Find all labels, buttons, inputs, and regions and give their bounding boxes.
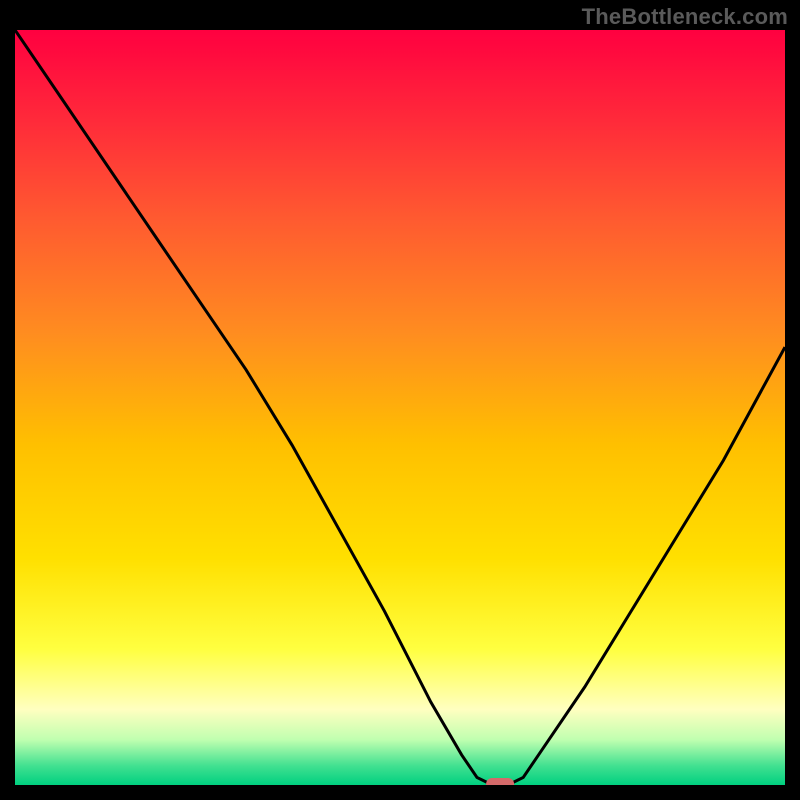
plot-area [15,30,785,785]
watermark-label: TheBottleneck.com [582,4,788,30]
bottleneck-chart [15,30,785,785]
gradient-background [15,30,785,785]
chart-container: TheBottleneck.com [0,0,800,800]
optimal-marker [486,778,514,785]
